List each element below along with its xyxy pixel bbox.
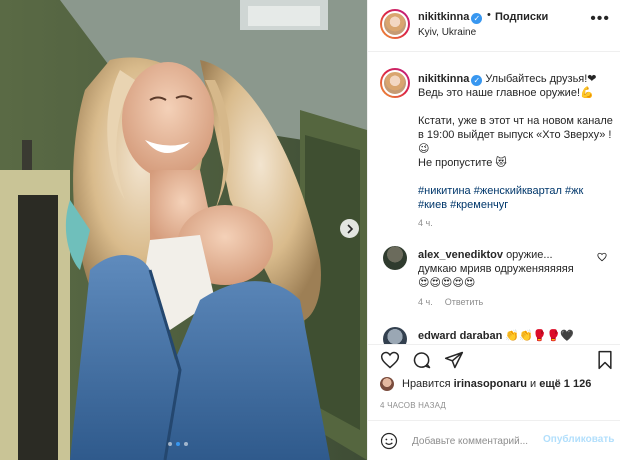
caption-time[interactable]: 4 ч. [418, 218, 433, 228]
post-header: nikitkinna ✓ • Подписки Kyiv, Ukraine ••• [368, 0, 620, 52]
reply-button[interactable]: Ответить [445, 297, 483, 307]
post-photo[interactable] [0, 0, 367, 460]
comment-icon[interactable] [412, 350, 432, 370]
liker-username[interactable]: irinasoponaru [454, 378, 527, 390]
comment-time[interactable]: 4 ч. [418, 297, 433, 307]
heart-icon[interactable] [380, 350, 400, 370]
caption-line: Ведь это наше главное оружие!💪 [418, 87, 594, 99]
caption-hashtags[interactable]: #никитина #женскийквартал #жк #киев #кре… [418, 184, 613, 212]
carousel-next-button[interactable] [340, 219, 359, 238]
action-bar [368, 344, 620, 374]
comment-heart-icon[interactable] [597, 252, 607, 262]
comment-username[interactable]: edward daraban [418, 330, 502, 342]
liker-avatar[interactable] [380, 377, 394, 391]
likes-count-link[interactable]: ещё 1 126 [539, 378, 591, 390]
post-timestamp[interactable]: 4 ЧАСОВ НАЗАД [380, 401, 446, 410]
add-comment-bar: Опубликовать [368, 420, 620, 460]
publish-button[interactable]: Опубликовать [543, 434, 614, 445]
likes-prefix: Нравится [402, 378, 451, 390]
verified-icon: ✓ [471, 13, 483, 24]
post-side-panel: nikitkinna ✓ • Подписки Kyiv, Ukraine •••… [367, 0, 620, 460]
header-separator: • [487, 9, 491, 21]
caption: nikitkinna ✓ Улыбайтесь друзья!❤ Ведь это… [418, 72, 613, 212]
carousel-dot-active [176, 442, 180, 446]
comment-item: alex_venediktov оружие... думкаю мрияв о… [418, 248, 588, 290]
photo-image [0, 0, 367, 460]
likes-conj: и [530, 378, 537, 390]
comment-username[interactable]: alex_venediktov [418, 249, 503, 261]
following-button[interactable]: Подписки [495, 11, 548, 23]
caption-line: Кстати, уже в этот чт на новом канале в … [418, 115, 613, 169]
carousel-dot [168, 442, 172, 446]
likes-summary: Нравится irinasoponaru и ещё 1 126 [380, 376, 591, 392]
caption-avatar[interactable] [380, 68, 410, 98]
comment-item: edward daraban 👏👏🥊🥊🖤 [418, 329, 574, 342]
share-icon[interactable] [444, 350, 464, 370]
comment-text: 👏👏🥊🥊🖤 [505, 330, 574, 342]
carousel-dot [184, 442, 188, 446]
comment-meta: 4 ч. Ответить [418, 297, 483, 307]
comments-list[interactable]: nikitkinna ✓ Улыбайтесь друзья!❤ Ведь это… [368, 52, 620, 344]
bookmark-icon[interactable] [595, 350, 615, 370]
post-username[interactable]: nikitkinna ✓ [418, 11, 483, 24]
caption-username[interactable]: nikitkinna [418, 73, 469, 85]
avatar[interactable] [380, 9, 410, 39]
comment-input[interactable] [412, 432, 542, 450]
caption-line: Улыбайтесь друзья!❤ [485, 73, 597, 85]
more-icon[interactable]: ••• [590, 11, 610, 27]
comment-avatar[interactable] [383, 246, 407, 270]
emoji-icon[interactable] [380, 432, 398, 450]
comment-avatar[interactable] [383, 327, 407, 344]
chevron-right-icon [346, 223, 353, 234]
verified-icon: ✓ [471, 75, 483, 86]
post-location[interactable]: Kyiv, Ukraine [418, 27, 476, 38]
carousel-dots [168, 442, 188, 446]
